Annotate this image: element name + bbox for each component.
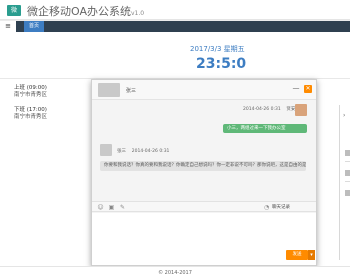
clock-in-label: 上班 (09:00): [14, 85, 47, 91]
message-meta: 2014-04-26 0:31 贤安: [243, 106, 295, 112]
clock-out-location: 南宁市青秀区: [14, 114, 48, 120]
attachment-icon[interactable]: ✎: [119, 204, 126, 211]
chat-toolbar: ☺ ▣ ✎ ◔ 聊天记录: [92, 201, 316, 212]
menu-toggle-icon[interactable]: ≡: [0, 21, 16, 32]
side-avatar[interactable]: [345, 190, 350, 196]
current-date: 2017/3/3 星期五: [190, 45, 245, 53]
side-avatar[interactable]: [345, 170, 350, 176]
divider: [345, 181, 350, 182]
chevron-down-icon[interactable]: ▾: [308, 250, 315, 260]
close-icon[interactable]: ✕: [304, 85, 312, 93]
app-title-text: 微企移动OA办公系统: [27, 5, 131, 18]
side-panel[interactable]: ›: [339, 105, 350, 260]
clock-out-label: 下班 (17:00): [14, 107, 47, 113]
side-avatar[interactable]: [345, 150, 350, 156]
minimize-icon[interactable]: —: [292, 85, 300, 93]
clock-display: 23:5:0: [196, 56, 247, 72]
avatar: [98, 83, 120, 97]
top-header: 微 微企移动OA办公系统v1.0: [0, 0, 350, 20]
message-sender: 张三: [117, 149, 126, 154]
divider: [345, 161, 350, 162]
clock-in-location: 南宁市青秀区: [14, 92, 48, 98]
image-icon[interactable]: ▣: [108, 204, 115, 211]
message-time: 2014-04-26 0:31: [243, 107, 281, 112]
chat-contact-name: 张三: [126, 88, 137, 94]
app-logo: 微: [7, 5, 21, 16]
avatar: [295, 104, 307, 116]
avatar: [100, 144, 112, 156]
message-bubble-sent: 小三，两组过来一下我办公室: [223, 124, 307, 133]
history-icon[interactable]: ◔: [264, 204, 269, 211]
copyright-text: © 2014-2017: [158, 270, 192, 276]
chat-window[interactable]: 张三 — ✕ 2014-04-26 0:31 贤安 小三，两组过来一下我办公室 …: [91, 79, 317, 266]
message-input[interactable]: 发送 ▾: [92, 213, 316, 265]
message-bubble-received: 你要和我说话？你真的要和我说话？你确定自己想说吗？你一定非说不可吗？那你说吧，这…: [100, 161, 306, 171]
clock-out-record: 下班 (17:00) 南宁市青秀区: [14, 107, 47, 121]
app-version: v1.0: [131, 10, 145, 17]
tab-home[interactable]: 首页: [24, 21, 44, 32]
tab-strip: ≡ 首页: [0, 21, 350, 32]
chat-header[interactable]: 张三 — ✕: [92, 80, 316, 100]
clock-in-record: 上班 (09:00) 南宁市青秀区: [14, 85, 47, 99]
footer: © 2014-2017: [0, 266, 350, 280]
chevron-right-icon[interactable]: ›: [343, 112, 345, 119]
app-title: 微企移动OA办公系统v1.0: [27, 3, 144, 19]
send-button[interactable]: 发送: [286, 250, 308, 260]
message-time: 2014-04-26 0:31: [131, 149, 170, 154]
emoji-icon[interactable]: ☺: [97, 204, 104, 211]
message-meta: 张三 2014-04-26 0:31: [117, 148, 169, 154]
chat-history-link[interactable]: 聊天记录: [272, 204, 290, 210]
